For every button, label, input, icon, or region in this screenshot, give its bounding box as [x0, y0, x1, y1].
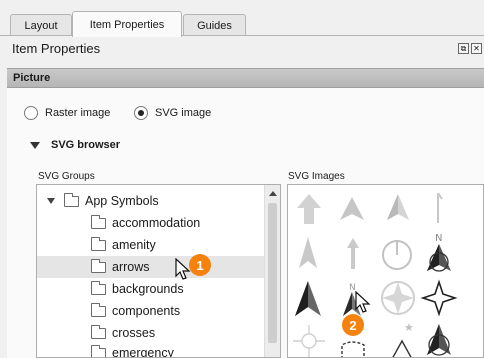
tree-item-arrows[interactable]: arrows	[37, 256, 265, 278]
tab-guides[interactable]: Guides	[183, 14, 246, 36]
raster-image-radio[interactable]	[24, 106, 38, 120]
tab-bar: Layout Item Properties Guides	[0, 0, 484, 37]
expand-triangle-icon[interactable]	[47, 198, 55, 204]
arrow-up-thick-icon[interactable]	[297, 194, 321, 224]
svg-groups-tree[interactable]: App Symbols accommodation amenity arrows…	[36, 184, 281, 358]
tree-item-label: arrows	[112, 260, 150, 274]
groups-scrollbar[interactable]	[264, 185, 280, 357]
svg-browser-title: SVG browser	[51, 139, 121, 151]
svg-groups-label: SVG Groups	[38, 171, 95, 182]
tree-item-label: emergency	[112, 346, 174, 358]
tree-item-label: App Symbols	[85, 194, 159, 208]
north-arrow-star-icon[interactable]: N	[427, 233, 451, 272]
four-point-star-icon[interactable]	[420, 279, 458, 317]
svg-images-label: SVG Images	[288, 171, 345, 182]
tab-layout[interactable]: Layout	[10, 14, 72, 36]
callout-badge-1: 1	[189, 254, 211, 276]
tree-item-accommodation[interactable]: accommodation	[37, 212, 265, 234]
tree-item-backgrounds[interactable]: backgrounds	[37, 278, 265, 300]
raster-image-label: Raster image	[45, 107, 111, 119]
folder-icon	[91, 324, 106, 339]
arrow-slim-icon[interactable]	[299, 237, 317, 268]
tree-item-label: amenity	[112, 238, 156, 252]
window-buttons: ⧉ ✕	[458, 43, 482, 54]
folder-icon	[91, 344, 106, 357]
folder-icon	[91, 236, 106, 251]
tab-label: Item Properties	[89, 18, 165, 31]
mouse-cursor-icon	[355, 291, 371, 313]
tree-item-amenity[interactable]: amenity	[37, 234, 265, 256]
compass-star-icon[interactable]	[381, 281, 415, 315]
svg-image-label: SVG image	[155, 107, 212, 119]
panel-title: Item Properties	[12, 41, 101, 56]
arrow-half-point-icon[interactable]	[387, 194, 409, 220]
arrow-thin-up-icon[interactable]	[347, 238, 359, 269]
float-window-icon[interactable]: ⧉	[458, 43, 469, 54]
collapse-triangle-icon	[30, 141, 40, 149]
tree-item-emergency[interactable]: emergency	[37, 342, 265, 358]
tree-item-app-symbols[interactable]: App Symbols	[37, 190, 265, 212]
section-header-picture: Picture	[7, 68, 484, 88]
north-arrow-dark-icon[interactable]	[295, 281, 321, 316]
arrow-thin-hook-icon[interactable]	[437, 192, 443, 223]
tab-item-properties[interactable]: Item Properties	[72, 11, 182, 37]
folder-icon	[91, 302, 106, 317]
tree-item-crosses[interactable]: crosses	[37, 322, 265, 344]
svg-image-option[interactable]: SVG image	[134, 106, 211, 120]
tree-item-label: crosses	[112, 326, 156, 340]
svg-images-canvas: N N ★	[293, 192, 458, 358]
close-icon[interactable]: ✕	[471, 43, 482, 54]
north-star-icon[interactable]: ★	[392, 321, 414, 358]
tree-item-label: components	[112, 304, 181, 318]
svg-images-grid[interactable]: N N ★	[287, 184, 484, 358]
svg-browser-toggle[interactable]: SVG browser	[30, 139, 120, 151]
tab-label: Guides	[197, 19, 232, 32]
scrollbar-thumb[interactable]	[268, 203, 277, 343]
raster-image-option[interactable]: Raster image	[24, 106, 110, 120]
north-box-icon[interactable]	[341, 341, 365, 358]
folder-icon	[91, 280, 106, 295]
compass-cross-icon[interactable]	[293, 325, 325, 357]
callout-badge-2: 2	[342, 314, 364, 336]
tab-label: Layout	[24, 19, 58, 32]
folder-icon	[91, 214, 106, 229]
svg-image-radio[interactable]	[134, 106, 148, 120]
north-arrow-ornate-icon[interactable]	[427, 324, 451, 356]
north-circle-icon[interactable]	[382, 240, 412, 270]
tree-item-label: backgrounds	[112, 282, 184, 296]
folder-icon	[91, 258, 106, 273]
scroll-up-icon[interactable]	[269, 191, 277, 196]
svg-text:N: N	[435, 233, 442, 244]
folder-icon	[64, 192, 79, 207]
tree-item-components[interactable]: components	[37, 300, 265, 322]
arrow-point-icon[interactable]	[340, 197, 364, 220]
svg-text:★: ★	[404, 321, 414, 334]
tree-item-label: accommodation	[112, 216, 201, 230]
